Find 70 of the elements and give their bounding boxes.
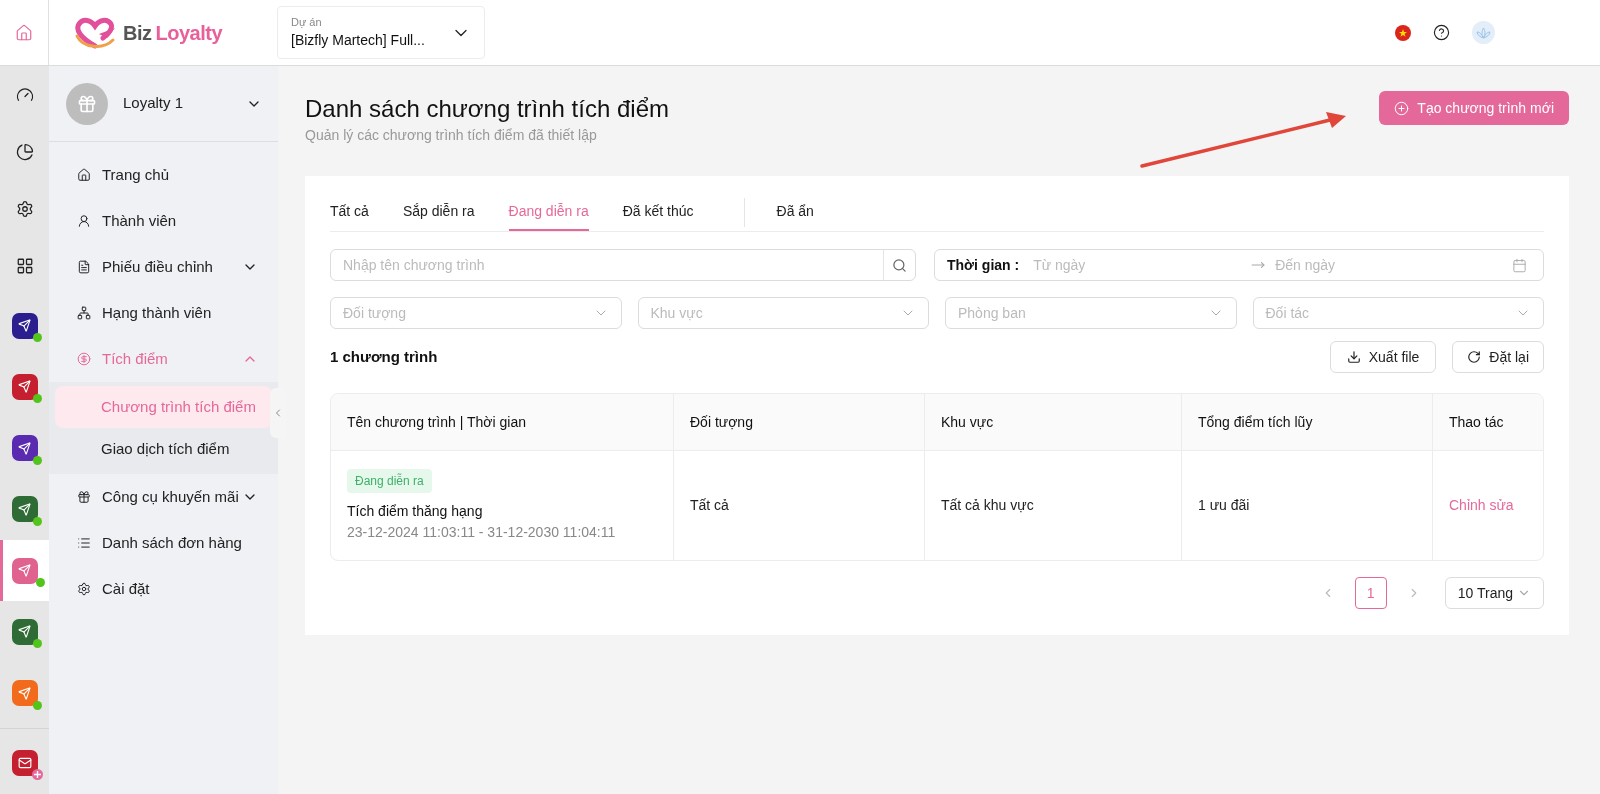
export-button[interactable]: Xuất file	[1329, 341, 1437, 373]
grid-icon[interactable]	[15, 257, 34, 276]
home-icon[interactable]	[15, 23, 33, 42]
flag-icon[interactable]	[1395, 24, 1411, 41]
filter-tab[interactable]: Đã ẩn	[776, 194, 814, 231]
mail-icon	[17, 756, 32, 771]
column-header: Tổng điểm tích lũy	[1182, 394, 1433, 450]
app-icon[interactable]	[11, 750, 38, 777]
sidebar-subitem[interactable]: Giao dịch tích điểm	[55, 428, 272, 470]
app-icon[interactable]	[11, 373, 38, 400]
sidebar-item[interactable]: Danh sách đơn hàng	[49, 520, 278, 566]
settings-icon[interactable]	[15, 200, 34, 219]
app-icon[interactable]	[11, 435, 38, 462]
account-avatar	[66, 82, 108, 125]
app-icon[interactable]	[11, 618, 38, 645]
account-name[interactable]: Loyalty 1	[123, 92, 184, 115]
plus-circle-icon	[1394, 100, 1410, 116]
sidebar-item[interactable]: Hạng thành viên	[49, 290, 278, 336]
program-period: 23-12-2024 11:03:11 - 31-12-2030 11:04:11	[347, 522, 617, 542]
dollar-coin-icon	[77, 352, 91, 366]
page-size-select[interactable]: 10 Trang	[1444, 577, 1544, 609]
reset-button[interactable]: Đặt lại	[1452, 341, 1544, 373]
paper-plane-icon	[18, 564, 31, 578]
sidebar-item[interactable]: Công cụ khuyến mãi	[49, 474, 278, 520]
gift-icon	[77, 490, 91, 504]
paper-plane-icon	[18, 380, 31, 394]
app-icon[interactable]	[11, 496, 38, 523]
column-header: Tên chương trình | Thời gian	[331, 394, 674, 450]
column-header: Đối tượng	[674, 394, 925, 450]
search-icon[interactable]	[892, 257, 907, 273]
app-icon[interactable]	[11, 312, 38, 339]
paper-plane-icon	[18, 686, 31, 700]
app-tile[interactable]	[0, 540, 49, 602]
list-icon	[77, 536, 91, 550]
refresh-icon	[1467, 350, 1482, 364]
sidebar-item[interactable]: Cài đặt	[49, 566, 278, 612]
column-header: Thao tác	[1448, 412, 1505, 432]
project-select[interactable]: Dự án [Bizfly Martech] Full...	[277, 6, 485, 59]
filter-tab[interactable]: Tất cả	[330, 194, 369, 231]
dashboard-icon[interactable]	[15, 85, 34, 104]
filter-tab[interactable]: Sắp diễn ra	[402, 194, 475, 231]
add-badge[interactable]	[32, 768, 43, 780]
paper-plane-icon	[18, 441, 31, 455]
table-cell: Tất cả khu vực	[925, 451, 1182, 560]
document-icon	[77, 260, 91, 274]
user-icon	[77, 214, 91, 228]
status-badge: Đang diễn ra	[347, 468, 432, 493]
page-subtitle: Quản lý các chương trình tích điểm đã thiết lập	[305, 126, 598, 145]
hierarchy-icon	[77, 306, 91, 320]
calendar-icon	[1512, 257, 1527, 273]
house-icon	[77, 168, 91, 182]
column-header: Khu vực	[925, 394, 1182, 450]
filter-tab[interactable]: Đã kết thúc	[622, 194, 694, 231]
program-name: Tích điểm thăng hạng	[347, 501, 484, 521]
settings-icon	[77, 582, 91, 596]
logo-text: Biz Loyalty	[123, 20, 223, 46]
help-icon[interactable]	[1433, 24, 1450, 41]
download-icon	[1346, 350, 1361, 364]
date-range-field[interactable]: Thời gian : Từ ngày Đến ngày	[934, 249, 1544, 281]
program-count: 1 chương trình	[330, 346, 438, 367]
paper-plane-icon	[18, 625, 31, 639]
table-cell: 1 ưu đãi	[1182, 451, 1433, 560]
table-cell: Tất cả	[674, 451, 925, 560]
sidebar-item[interactable]: Trang chủ	[49, 152, 278, 198]
paper-plane-icon	[18, 319, 31, 333]
pie-chart-icon[interactable]	[15, 142, 34, 161]
sidebar-item[interactable]: Phiếu điều chỉnh	[49, 244, 278, 290]
sidebar-item[interactable]: Thành viên	[49, 198, 278, 244]
paper-plane-icon	[18, 502, 31, 516]
page-title: Danh sách chương trình tích điểm	[305, 94, 669, 124]
